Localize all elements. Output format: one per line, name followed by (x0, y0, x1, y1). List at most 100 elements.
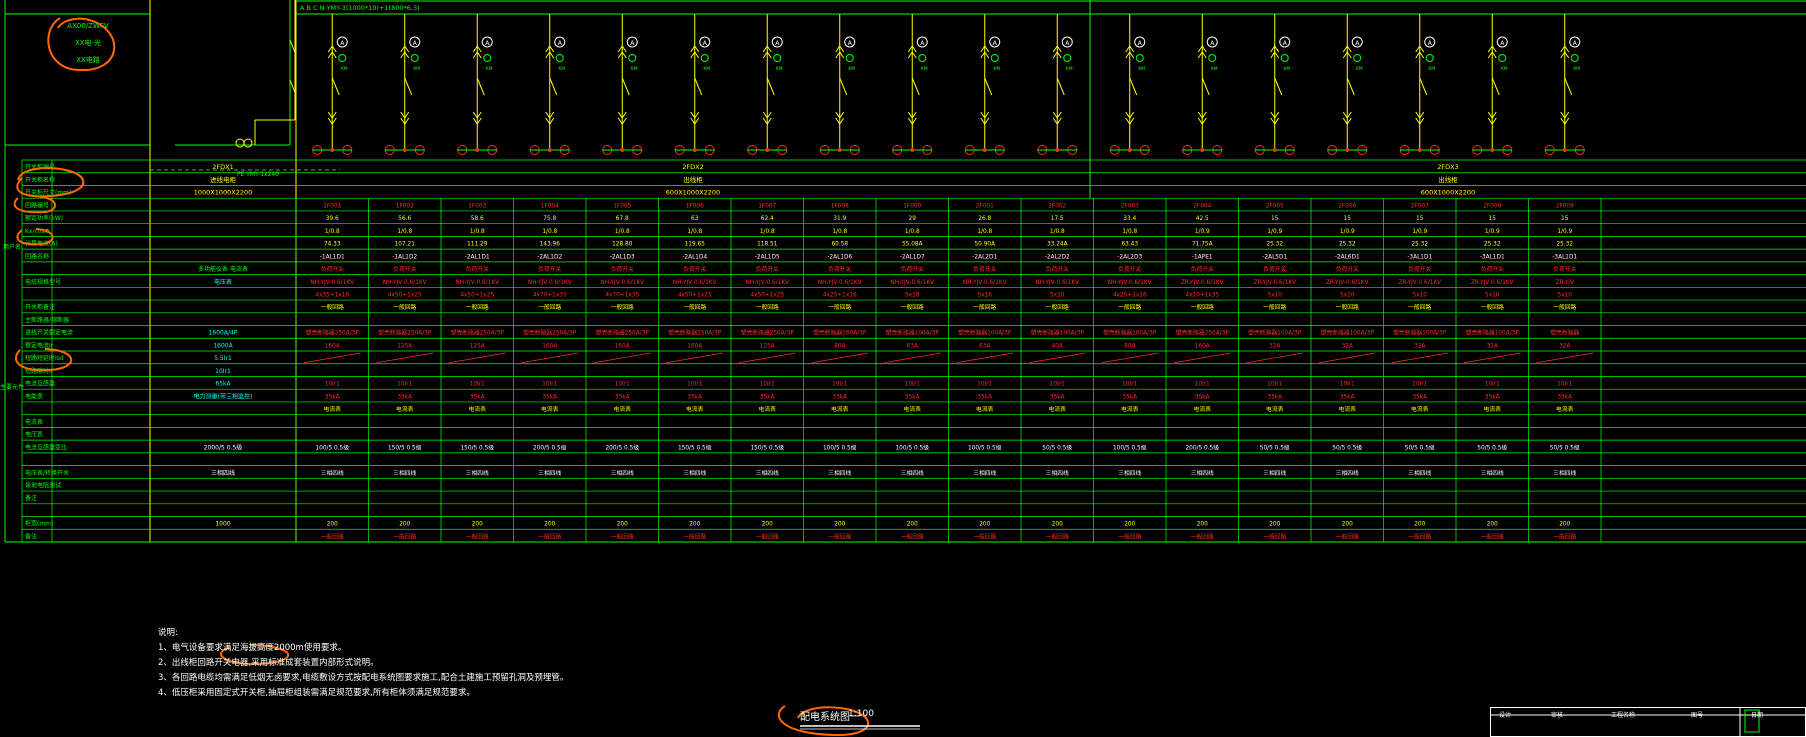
circuit-icu: 35kA (397, 394, 412, 400)
ct-dot (982, 148, 987, 152)
circuit-slash (811, 352, 869, 364)
circuit-icu: 35kA (1122, 394, 1137, 400)
circuit-rating: 160A (542, 343, 557, 349)
circuit-breaker: 塑壳断路器160A/3P (1103, 329, 1157, 337)
circuit-rating: 160A (615, 343, 630, 349)
circuit-slash (593, 352, 651, 364)
circuit-slash (883, 352, 941, 364)
circuit-power: 29 (909, 216, 917, 222)
circuit-power: 15 (1271, 216, 1279, 222)
switch-blade (1419, 77, 1428, 96)
circuit-width: 200 (617, 522, 628, 528)
circuit-load: 负荷开关 (973, 265, 996, 273)
circuit-breaker: 塑壳断路器100A/3P (1248, 329, 1302, 337)
circuit-current: 71.75A (1192, 242, 1213, 248)
switch-blade (1346, 77, 1355, 96)
circuit-meter-type: 三相四线 (1046, 469, 1069, 477)
circuit-slash (1318, 352, 1376, 364)
circuit-name: -3AL1D1 (1480, 254, 1505, 260)
circuit-meter: 电流表 (831, 405, 849, 413)
circuit-width: 200 (907, 522, 918, 528)
circuit-remark2: 一般回路 (1046, 532, 1069, 540)
circuit-remark2: 一般回路 (1336, 532, 1359, 540)
circuit-cable: 5x16 (905, 293, 920, 299)
circuit-remark: 一般回路 (1118, 303, 1141, 311)
circuit-remark: 一般回路 (611, 303, 634, 311)
circuit-width: 200 (399, 522, 410, 528)
circuit-current: 33.24A (1047, 242, 1068, 248)
circuit-slash (1246, 352, 1304, 364)
feeder-tag: KM (1283, 66, 1290, 72)
circuit-rating: 125A (397, 343, 412, 349)
circuit-meter: 电流表 (759, 405, 777, 413)
lamp-icon (1135, 54, 1144, 62)
feeder-tag: KM (486, 66, 493, 72)
circuit-current: 60.58 (831, 242, 848, 248)
circuit-cable: 4x70+1x35 (533, 293, 567, 299)
ct-dot (620, 148, 625, 152)
circuit-current: 25.32 (1266, 242, 1283, 248)
circuit-cable: 5x16 (978, 293, 993, 299)
circuit-rating: 160A (1195, 343, 1210, 349)
circuit-remark2: 一般回路 (538, 532, 561, 540)
circuit-meter-type: 三相四线 (683, 469, 706, 477)
row-label: 电流互感器变比 (25, 443, 67, 451)
circuit-meter: 电流表 (614, 405, 632, 413)
circuit-breaker: 塑壳断路器250A/3P (741, 329, 795, 337)
circuit-kx: 1/0.8 (760, 229, 775, 235)
circuit-current: 50.90A (974, 242, 995, 248)
circuit-kx: 1/0.8 (1050, 229, 1065, 235)
lamp-icon (555, 54, 564, 62)
circuit-icu: 35kA (1267, 394, 1282, 400)
circuit-icu: 35kA (1557, 394, 1572, 400)
circuit-icu: 35kA (760, 394, 775, 400)
circuit-icu: 35kA (1412, 394, 1427, 400)
feeder-tag: KM (1501, 66, 1508, 72)
circuit-id: 1F001 (323, 203, 341, 209)
incoming-value: 1600A (213, 342, 233, 349)
circuit-slash (1463, 352, 1521, 364)
circuit-width: 200 (472, 522, 483, 528)
circuit-power: 15 (1489, 216, 1497, 222)
row-label: 电压表/转换开关 (25, 469, 69, 477)
circuit-name: -2AL2D1 (972, 254, 997, 260)
circuit-slash (666, 352, 724, 364)
circuit-power: 39.6 (326, 216, 339, 222)
feeder-tag: KM (921, 66, 928, 72)
note-1: 1、电气设备要求满足海拔高度2000m使用要求。 (158, 643, 347, 653)
circuit-ct: 50/5 0.5级 (1550, 443, 1580, 451)
circuit-kx: 1/0.9 (1485, 229, 1500, 235)
circuit-power: 62.4 (761, 216, 774, 222)
circuit-current: 119.65 (685, 242, 706, 248)
circuit-remark: 一般回路 (1046, 303, 1069, 311)
ct-dot (1417, 148, 1422, 152)
circuit-meter-type: 三相四线 (393, 469, 416, 477)
circuit-cable: 5x10 (1558, 293, 1573, 299)
group-type: 出线柜 (1438, 175, 1458, 184)
circuit-remark: 一般回路 (1481, 303, 1504, 311)
circuit-remark: 一般回路 (683, 303, 706, 311)
row-label: 开关柜名称 (25, 176, 55, 184)
circuit-breaker: 塑壳断路器250A/3P (306, 329, 360, 337)
circuit-meter: 电流表 (976, 405, 994, 413)
circuit-ct: 200/5 0.5级 (1185, 443, 1219, 451)
circuit-load: 负荷开关 (683, 265, 706, 273)
circuit-meter: 电流表 (324, 405, 342, 413)
lamp-icon (700, 54, 709, 62)
circuit-power: 63 (691, 216, 699, 222)
lamp-icon (1353, 54, 1362, 62)
feeder-tag: KM (848, 66, 855, 72)
circuit-breaker: 塑壳断路器250A/3P (1176, 329, 1230, 337)
lamp-icon (1570, 54, 1579, 62)
row-label: 主断路器/熔断器 (25, 316, 69, 324)
circuit-ct: 100/5 0.5级 (1113, 443, 1147, 451)
circuit-icu: 35kA (977, 394, 992, 400)
circuit-isd: 10Ir1 (1195, 382, 1210, 388)
circuit-kx: 1/0.8 (615, 229, 630, 235)
switch-blade (331, 77, 340, 96)
circuit-name: -3AL1D1 (1407, 254, 1432, 260)
circuit-isd: 10Ir1 (470, 382, 485, 388)
ct-dot (1490, 148, 1495, 152)
circuit-ct: 50/5 0.5级 (1042, 443, 1072, 451)
lamp-icon (628, 54, 637, 62)
